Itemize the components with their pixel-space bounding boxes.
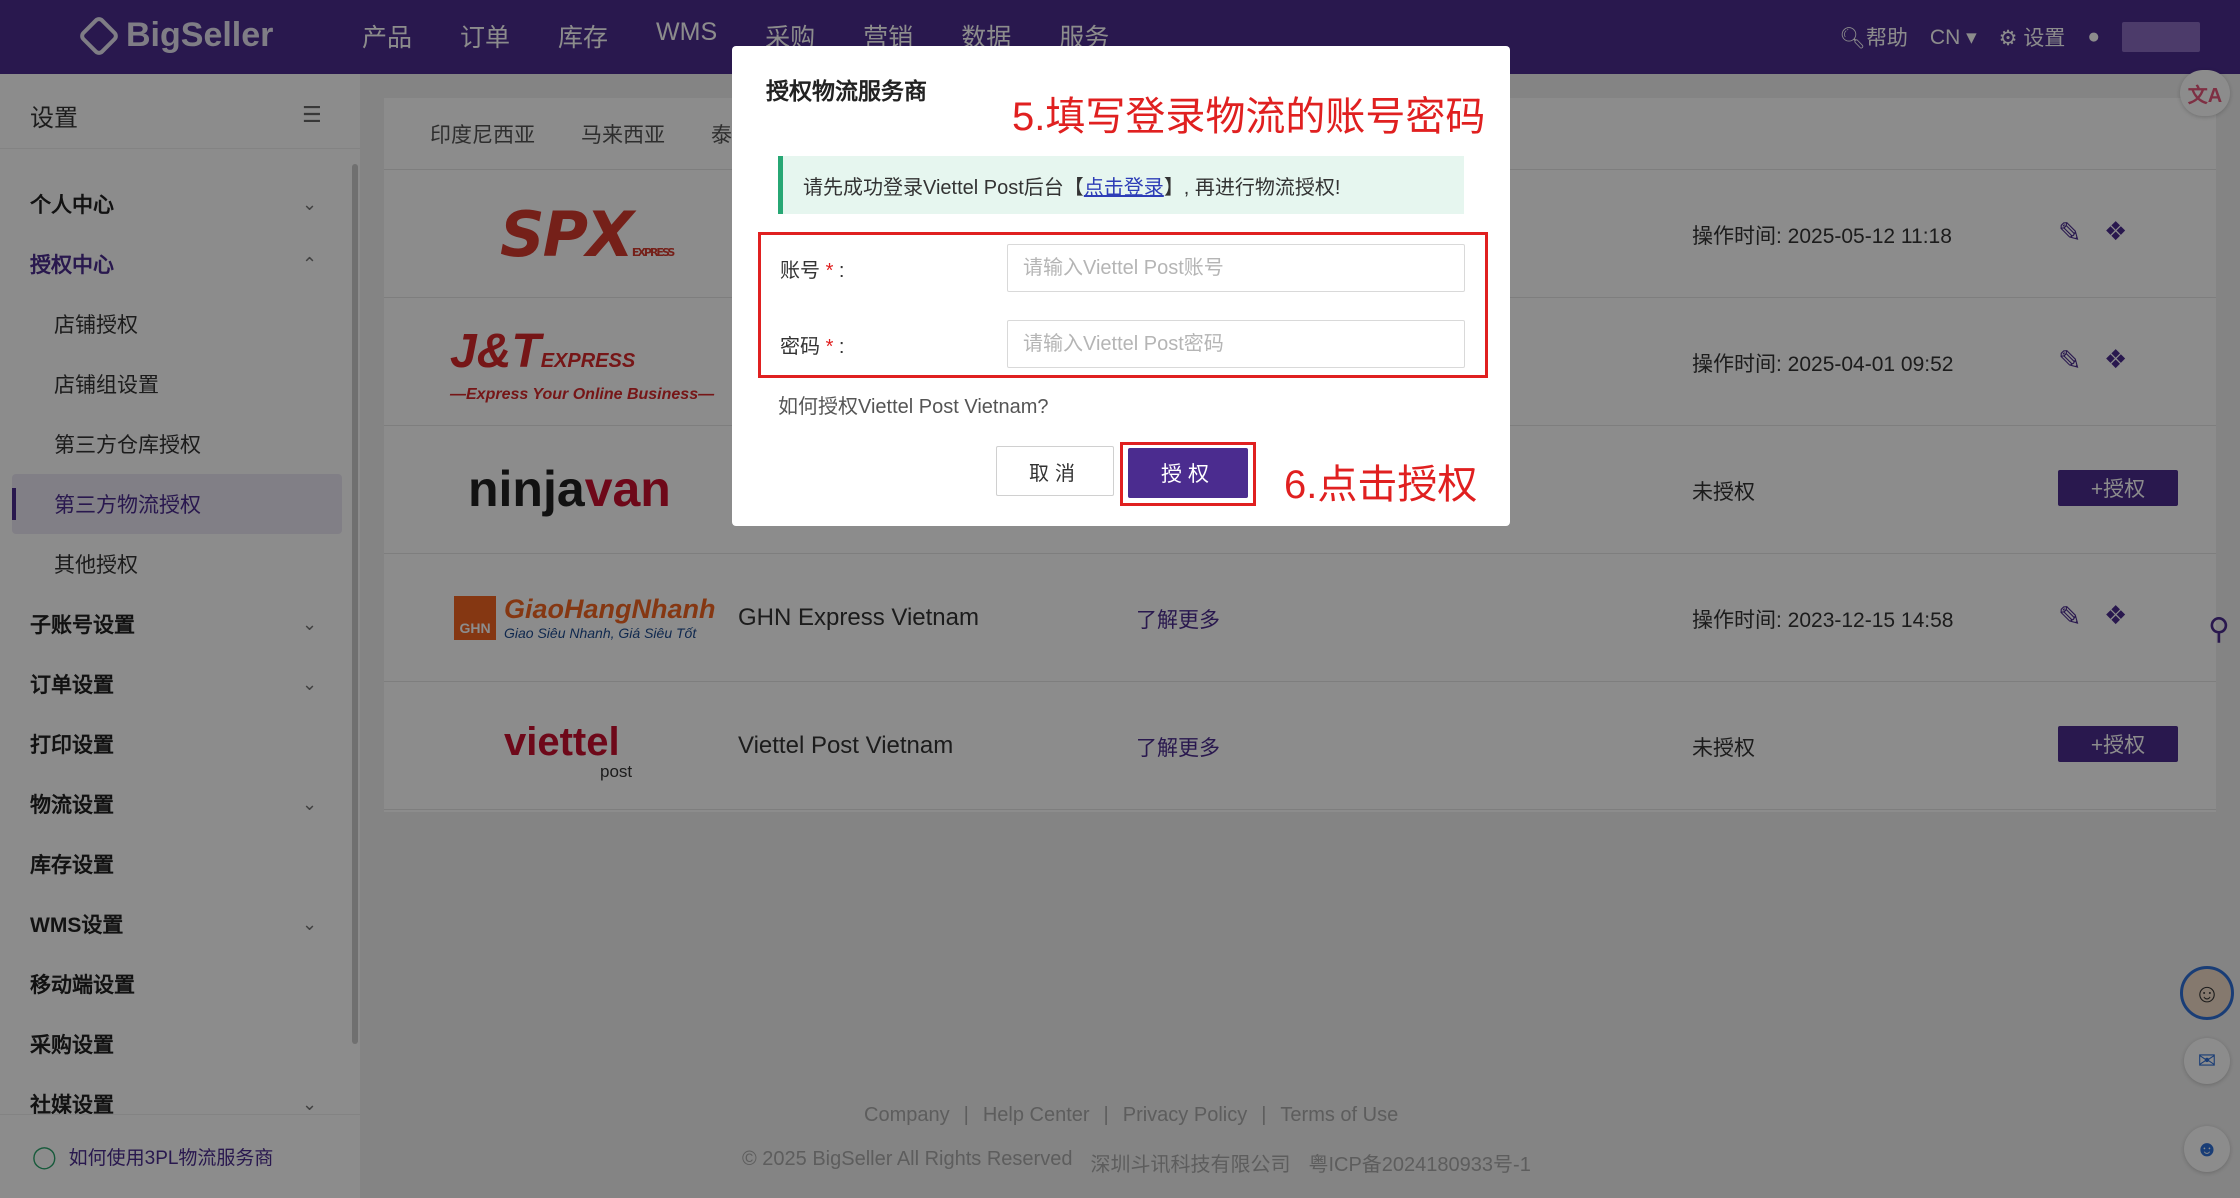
authorize-confirm-button[interactable]: 授权: [1128, 448, 1248, 498]
password-label-text: 密码: [780, 336, 820, 358]
account-input[interactable]: [1007, 244, 1465, 292]
account-label-text: 账号: [780, 260, 820, 282]
password-input[interactable]: [1007, 320, 1465, 368]
cancel-button[interactable]: 取消: [996, 446, 1114, 496]
password-label: 密码 * :: [780, 330, 844, 359]
login-notice: 请先成功登录Viettel Post后台【 点击登录】, 再进行物流授权!: [778, 156, 1464, 214]
notice-prefix: 请先成功登录Viettel Post后台【: [803, 176, 1084, 199]
authorize-logistics-modal: 授权物流服务商 5.填写登录物流的账号密码 请先成功登录Viettel Post…: [732, 46, 1510, 526]
step5-annotation: 5.填写登录物流的账号密码: [1012, 95, 1486, 139]
notice-suffix: 】, 再进行物流授权!: [1163, 176, 1341, 199]
required-mark: *: [825, 336, 834, 358]
label-colon: :: [838, 336, 845, 358]
step6-annotation: 6.点击授权: [1284, 463, 1478, 507]
required-mark: *: [825, 260, 834, 282]
login-link[interactable]: 点击登录: [1084, 171, 1164, 200]
modal-title: 授权物流服务商: [766, 78, 927, 104]
label-colon: :: [838, 260, 845, 282]
account-label: 账号 * :: [780, 254, 844, 283]
how-to-authorize-link[interactable]: 如何授权Viettel Post Vietnam?: [778, 390, 1049, 419]
